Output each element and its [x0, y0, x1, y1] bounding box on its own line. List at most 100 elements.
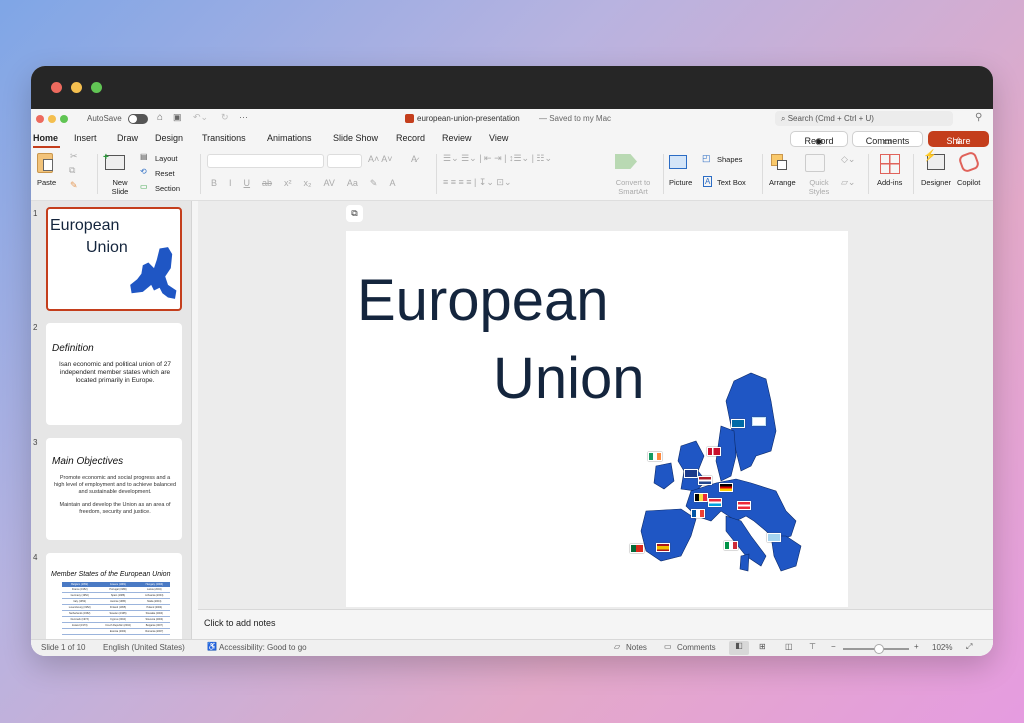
minimize-button[interactable] — [48, 115, 56, 123]
italic-button[interactable]: I — [229, 178, 232, 189]
new-slide-button[interactable]: New Slide — [105, 178, 135, 196]
designer-button[interactable]: Designer — [921, 178, 951, 187]
reading-view-button[interactable]: ◫ — [785, 642, 793, 651]
accessibility-status[interactable]: Accessibility: Good to go — [219, 643, 307, 652]
new-slide-icon[interactable]: + — [103, 152, 125, 170]
zoom-slider[interactable] — [843, 644, 909, 654]
slide-editor-canvas[interactable]: ⧉ European Union — [198, 201, 993, 609]
designer-icon[interactable]: ⚡ — [923, 150, 945, 170]
current-slide[interactable]: European Union — [346, 231, 848, 607]
share-button[interactable]: ⇪ Share ⌄ — [928, 131, 989, 147]
clear-format-icon[interactable]: A̷ — [411, 154, 417, 164]
font-color-button[interactable]: A — [389, 178, 395, 189]
tab-slide-show[interactable]: Slide Show — [333, 133, 378, 143]
layout-button[interactable]: Layout — [155, 154, 178, 163]
strikethrough-button[interactable]: ab — [262, 178, 272, 189]
zoom-in-button[interactable]: + — [914, 642, 919, 651]
comments-button[interactable]: ▭ Comments — [852, 131, 923, 147]
slideshow-view-button[interactable]: ⊤ — [809, 642, 816, 651]
slide-sorter-button[interactable]: ⊞ — [759, 642, 766, 651]
copilot-slide-icon[interactable]: ⧉ — [346, 205, 363, 222]
autosave-toggle[interactable] — [128, 114, 148, 124]
arrange-button[interactable]: Arrange — [769, 178, 796, 187]
record-button[interactable]: ◉ Record — [790, 131, 848, 147]
zoom-button[interactable] — [60, 115, 68, 123]
change-case-button[interactable]: Aa — [347, 178, 358, 189]
comments-toggle[interactable]: Comments — [677, 643, 716, 652]
search-box[interactable]: ⌕ Search (Cmd + Ctrl + U) — [775, 111, 953, 126]
notes-toggle[interactable]: Notes — [626, 643, 647, 652]
share-profile-icon[interactable]: ⚲ — [975, 112, 982, 123]
char-spacing-button[interactable]: AV — [324, 178, 335, 189]
text-box-button[interactable]: Text Box — [717, 178, 746, 187]
fit-to-window-icon[interactable]: ⤢ — [966, 642, 972, 652]
more-icon[interactable]: ··· — [239, 112, 248, 122]
tab-draw[interactable]: Draw — [117, 133, 138, 143]
paste-button[interactable]: Paste — [37, 178, 56, 187]
tab-animations[interactable]: Animations — [267, 133, 312, 143]
bold-button[interactable]: B — [211, 178, 217, 189]
slide-title-line1[interactable]: European — [357, 269, 609, 333]
zoom-out-button[interactable]: − — [831, 642, 836, 651]
shapes-button[interactable]: Shapes — [717, 155, 742, 164]
thumb-europe-map — [130, 247, 177, 299]
paste-icon[interactable] — [37, 153, 53, 173]
tab-design[interactable]: Design — [155, 133, 183, 143]
slide-thumbnail-2[interactable]: Definition Isan economic and political u… — [46, 323, 182, 425]
tab-review[interactable]: Review — [442, 133, 472, 143]
shape-fill-icon[interactable]: ◇⌄ — [841, 154, 855, 165]
underline-button[interactable]: U — [244, 178, 251, 189]
superscript-button[interactable]: x² — [284, 178, 292, 189]
copy-icon[interactable]: ⧉ — [69, 165, 75, 176]
zoom-level[interactable]: 102% — [932, 643, 952, 652]
zoom-slider-thumb[interactable] — [874, 644, 885, 654]
europe-map-image[interactable] — [626, 371, 826, 586]
highlight-icon[interactable]: ✎ — [370, 178, 378, 189]
increase-font-icon[interactable]: A˄ A˅ — [368, 154, 393, 164]
tab-home[interactable]: Home — [33, 133, 58, 143]
subscript-button[interactable]: x₂ — [304, 178, 312, 189]
picture-icon[interactable] — [669, 155, 687, 169]
maximize-window-button[interactable] — [91, 82, 102, 93]
slide-title-line2[interactable]: Union — [493, 347, 645, 411]
minimize-window-button[interactable] — [71, 82, 82, 93]
bullets-icon[interactable]: ☰⌄ ☰⌄ | ⇤ ⇥ | ↕☰⌄ | ☷⌄ — [443, 153, 552, 164]
normal-view-button[interactable]: ◧ — [729, 641, 749, 655]
tab-transitions[interactable]: Transitions — [202, 133, 246, 143]
save-status[interactable]: — Saved to my Mac — [539, 114, 611, 123]
slide-thumbnails-panel[interactable]: 1 European Union 2 Definition Isan econo… — [31, 201, 192, 639]
convert-smartart-button[interactable]: Convert to SmartArt — [609, 178, 657, 196]
picture-button[interactable]: Picture — [669, 178, 692, 187]
tab-record[interactable]: Record — [396, 133, 425, 143]
cut-icon[interactable]: ✂ — [70, 151, 78, 162]
arrange-icon[interactable] — [771, 154, 787, 170]
save-icon[interactable]: ▣ — [173, 112, 182, 123]
font-size-select[interactable] — [327, 154, 362, 168]
shape-outline-icon[interactable]: ▱⌄ — [841, 177, 855, 188]
format-painter-icon[interactable]: ✎ — [70, 180, 78, 191]
quick-styles-button[interactable]: Quick Styles — [805, 178, 833, 196]
slide-thumbnail-4[interactable]: Member States of the European Union Belg… — [46, 553, 182, 639]
language-status[interactable]: English (United States) — [103, 643, 185, 652]
close-button[interactable] — [36, 115, 44, 123]
add-ins-button[interactable]: Add-ins — [877, 178, 902, 187]
copilot-button[interactable]: Copilot — [957, 178, 980, 187]
tab-view[interactable]: View — [489, 133, 508, 143]
slide-thumbnail-3[interactable]: Main Objectives Promote economic and soc… — [46, 438, 182, 540]
copilot-icon[interactable] — [957, 150, 981, 174]
align-icons[interactable]: ≡ ≡ ≡ ≡ | ↧⌄ ⊡⌄ — [443, 177, 512, 188]
redo-icon[interactable]: ↻ — [221, 112, 229, 123]
smartart-icon[interactable] — [615, 154, 637, 169]
tab-insert[interactable]: Insert — [74, 133, 97, 143]
undo-icon[interactable]: ↶⌄ — [193, 112, 208, 123]
close-window-button[interactable] — [51, 82, 62, 93]
reset-button[interactable]: Reset — [155, 169, 175, 178]
notes-pane[interactable]: Click to add notes — [198, 609, 993, 639]
section-button[interactable]: Section — [155, 184, 180, 193]
font-family-select[interactable] — [207, 154, 324, 168]
home-icon[interactable]: ⌂ — [157, 112, 163, 123]
quick-styles-icon[interactable] — [805, 154, 825, 172]
add-ins-icon[interactable] — [880, 154, 900, 174]
notes-placeholder[interactable]: Click to add notes — [204, 618, 276, 628]
slide-thumbnail-1[interactable]: European Union — [46, 207, 182, 311]
